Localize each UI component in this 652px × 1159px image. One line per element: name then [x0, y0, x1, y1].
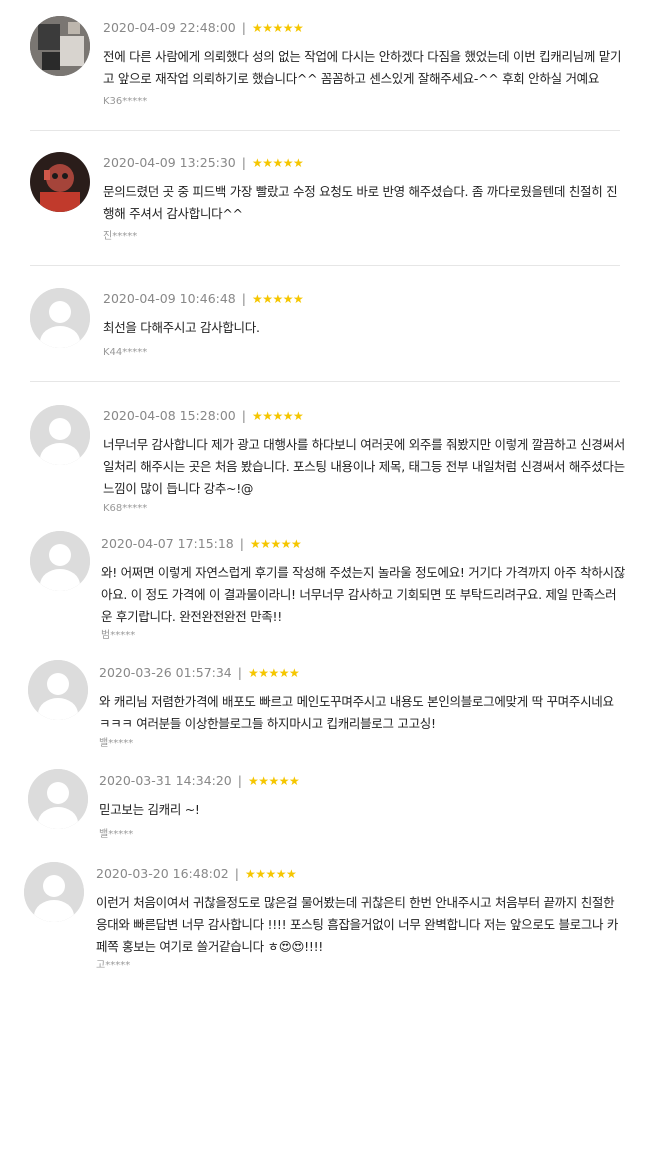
review-meta: 2020-04-09 22:48:00 | ★★★★★	[103, 20, 304, 36]
review-date: 2020-04-08 15:28:00	[103, 408, 236, 423]
divider	[30, 381, 620, 382]
review-text: 와 캐리님 저렴한가격에 배포도 빠르고 메인도꾸며주시고 내용도 본인의블로그…	[99, 694, 614, 731]
review-text: 최선을 다해주시고 감사합니다.	[103, 320, 260, 335]
meta-separator: |	[241, 155, 246, 170]
review-text: 와! 어쩌면 이렇게 자연스럽게 후기를 작성해 주셨는지 놀라울 정도에요! …	[101, 565, 625, 624]
divider	[30, 265, 620, 266]
review-author: 진*****	[103, 231, 138, 242]
review-date: 2020-03-20 16:48:02	[96, 866, 229, 881]
star-rating-icon: ★★★★★	[251, 409, 304, 423]
review-date: 2020-03-31 14:34:20	[99, 773, 232, 788]
review-text: 문의드렸던 곳 중 피드백 가장 빨랐고 수정 요청도 바로 반영 해주셨습다.…	[103, 184, 618, 221]
review-author: K68*****	[103, 503, 148, 514]
review-text: 너무너무 감사합니다 제가 광고 대행사를 하다보니 여러곳에 외주를 줘봤지만…	[103, 437, 626, 496]
review-text: 이런거 처음이여서 귀찮을정도로 많은걸 물어봤는데 귀찮은티 한번 안내주시고…	[96, 895, 619, 954]
meta-separator: |	[239, 536, 244, 551]
review-author: 범*****	[101, 630, 136, 641]
review-date: 2020-04-07 17:15:18	[101, 536, 234, 551]
meta-separator: |	[234, 866, 239, 881]
review-meta: 2020-04-07 17:15:18 | ★★★★★	[101, 536, 302, 552]
divider	[30, 130, 620, 131]
star-rating-icon: ★★★★★	[251, 156, 304, 170]
review-author: 밸*****	[99, 829, 134, 840]
review-meta: 2020-04-08 15:28:00 | ★★★★★	[103, 408, 304, 424]
review-author: 고*****	[96, 960, 131, 971]
avatar	[30, 16, 90, 76]
star-rating-icon: ★★★★★	[249, 537, 302, 551]
review-text: 전에 다른 사람에게 의뢰했다 성의 없는 작업에 다시는 안하겠다 다짐을 했…	[103, 49, 622, 86]
review-text: 믿고보는 김캐리 ~!	[99, 802, 200, 817]
default-avatar-icon	[28, 660, 88, 720]
review-date: 2020-04-09 13:25:30	[103, 155, 236, 170]
meta-separator: |	[237, 773, 242, 788]
avatar	[30, 288, 90, 348]
user-photo-icon	[30, 152, 90, 212]
user-photo-icon	[30, 16, 90, 76]
review-meta: 2020-03-26 01:57:34 | ★★★★★	[99, 665, 300, 681]
star-rating-icon: ★★★★★	[247, 774, 300, 788]
meta-separator: |	[241, 291, 246, 306]
default-avatar-icon	[24, 862, 84, 922]
meta-separator: |	[241, 20, 246, 35]
meta-separator: |	[237, 665, 242, 680]
review-author: K44*****	[103, 347, 148, 358]
review-meta: 2020-03-20 16:48:02 | ★★★★★	[96, 866, 297, 882]
review-meta: 2020-04-09 10:46:48 | ★★★★★	[103, 291, 304, 307]
review-date: 2020-04-09 10:46:48	[103, 291, 236, 306]
review-meta: 2020-04-09 13:25:30 | ★★★★★	[103, 155, 304, 171]
meta-separator: |	[241, 408, 246, 423]
default-avatar-icon	[30, 405, 90, 465]
default-avatar-icon	[30, 288, 90, 348]
review-date: 2020-04-09 22:48:00	[103, 20, 236, 35]
avatar	[30, 405, 90, 465]
avatar	[24, 862, 84, 922]
star-rating-icon: ★★★★★	[251, 21, 304, 35]
review-author: 밸*****	[99, 738, 134, 749]
review-meta: 2020-03-31 14:34:20 | ★★★★★	[99, 773, 300, 789]
star-rating-icon: ★★★★★	[244, 867, 297, 881]
avatar	[30, 152, 90, 212]
star-rating-icon: ★★★★★	[251, 292, 304, 306]
avatar	[30, 531, 90, 591]
avatar	[28, 660, 88, 720]
review-author: K36*****	[103, 96, 148, 107]
default-avatar-icon	[30, 531, 90, 591]
default-avatar-icon	[28, 769, 88, 829]
avatar	[28, 769, 88, 829]
star-rating-icon: ★★★★★	[247, 666, 300, 680]
review-date: 2020-03-26 01:57:34	[99, 665, 232, 680]
